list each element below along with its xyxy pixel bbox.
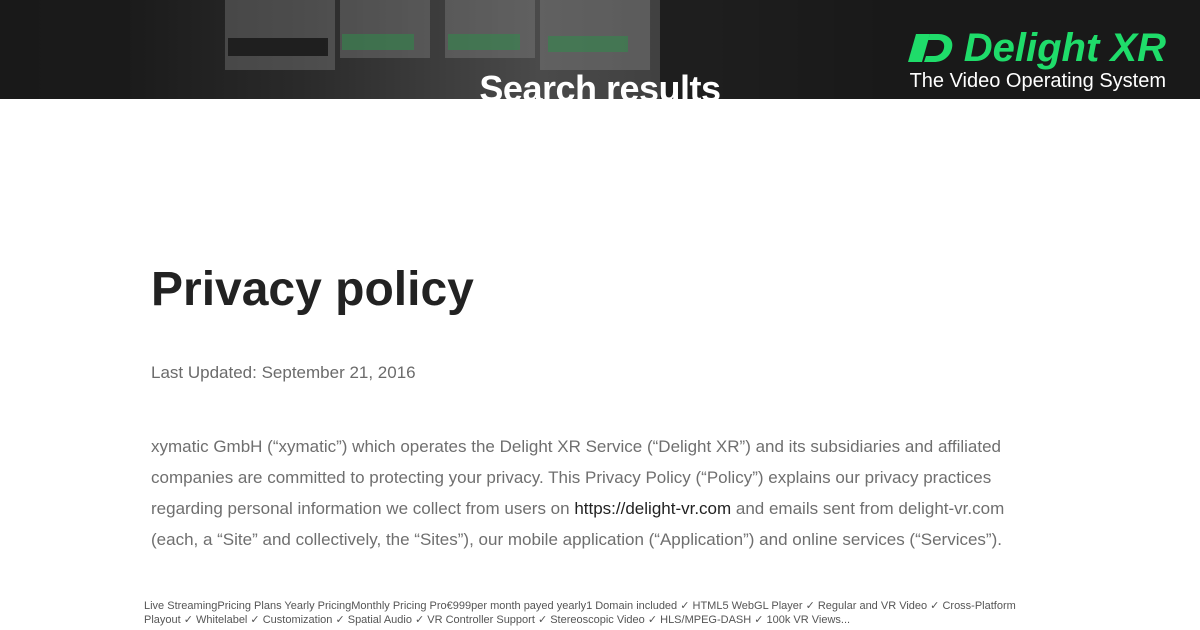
background-screenshot-button <box>342 34 414 50</box>
background-screenshot-button <box>228 38 328 56</box>
last-updated-text: Last Updated: September 21, 2016 <box>151 363 416 382</box>
brand-block[interactable]: Delight XR The Video Operating System <box>907 26 1166 92</box>
brand-name: Delight XR <box>963 26 1166 70</box>
background-screenshot-button <box>548 36 628 52</box>
truncated-section-heading <box>151 571 351 578</box>
delight-xr-logo-icon <box>907 34 953 62</box>
page-description-snippet: Live StreamingPricing Plans Yearly Prici… <box>144 600 1016 626</box>
background-screenshot-button <box>448 34 520 50</box>
background-screenshot-card <box>540 0 650 70</box>
site-link[interactable]: https://delight-vr.com <box>574 499 731 518</box>
brand-tagline: The Video Operating System <box>909 70 1166 92</box>
page-title: Privacy policy <box>151 263 474 316</box>
privacy-intro-paragraph: xymatic GmbH (“xymatic”) which operates … <box>151 431 1051 555</box>
background-screenshot-card <box>225 0 335 70</box>
brand-row: Delight XR <box>907 26 1166 70</box>
hero-banner: Search results Delight XR The Video Oper… <box>0 0 1200 99</box>
